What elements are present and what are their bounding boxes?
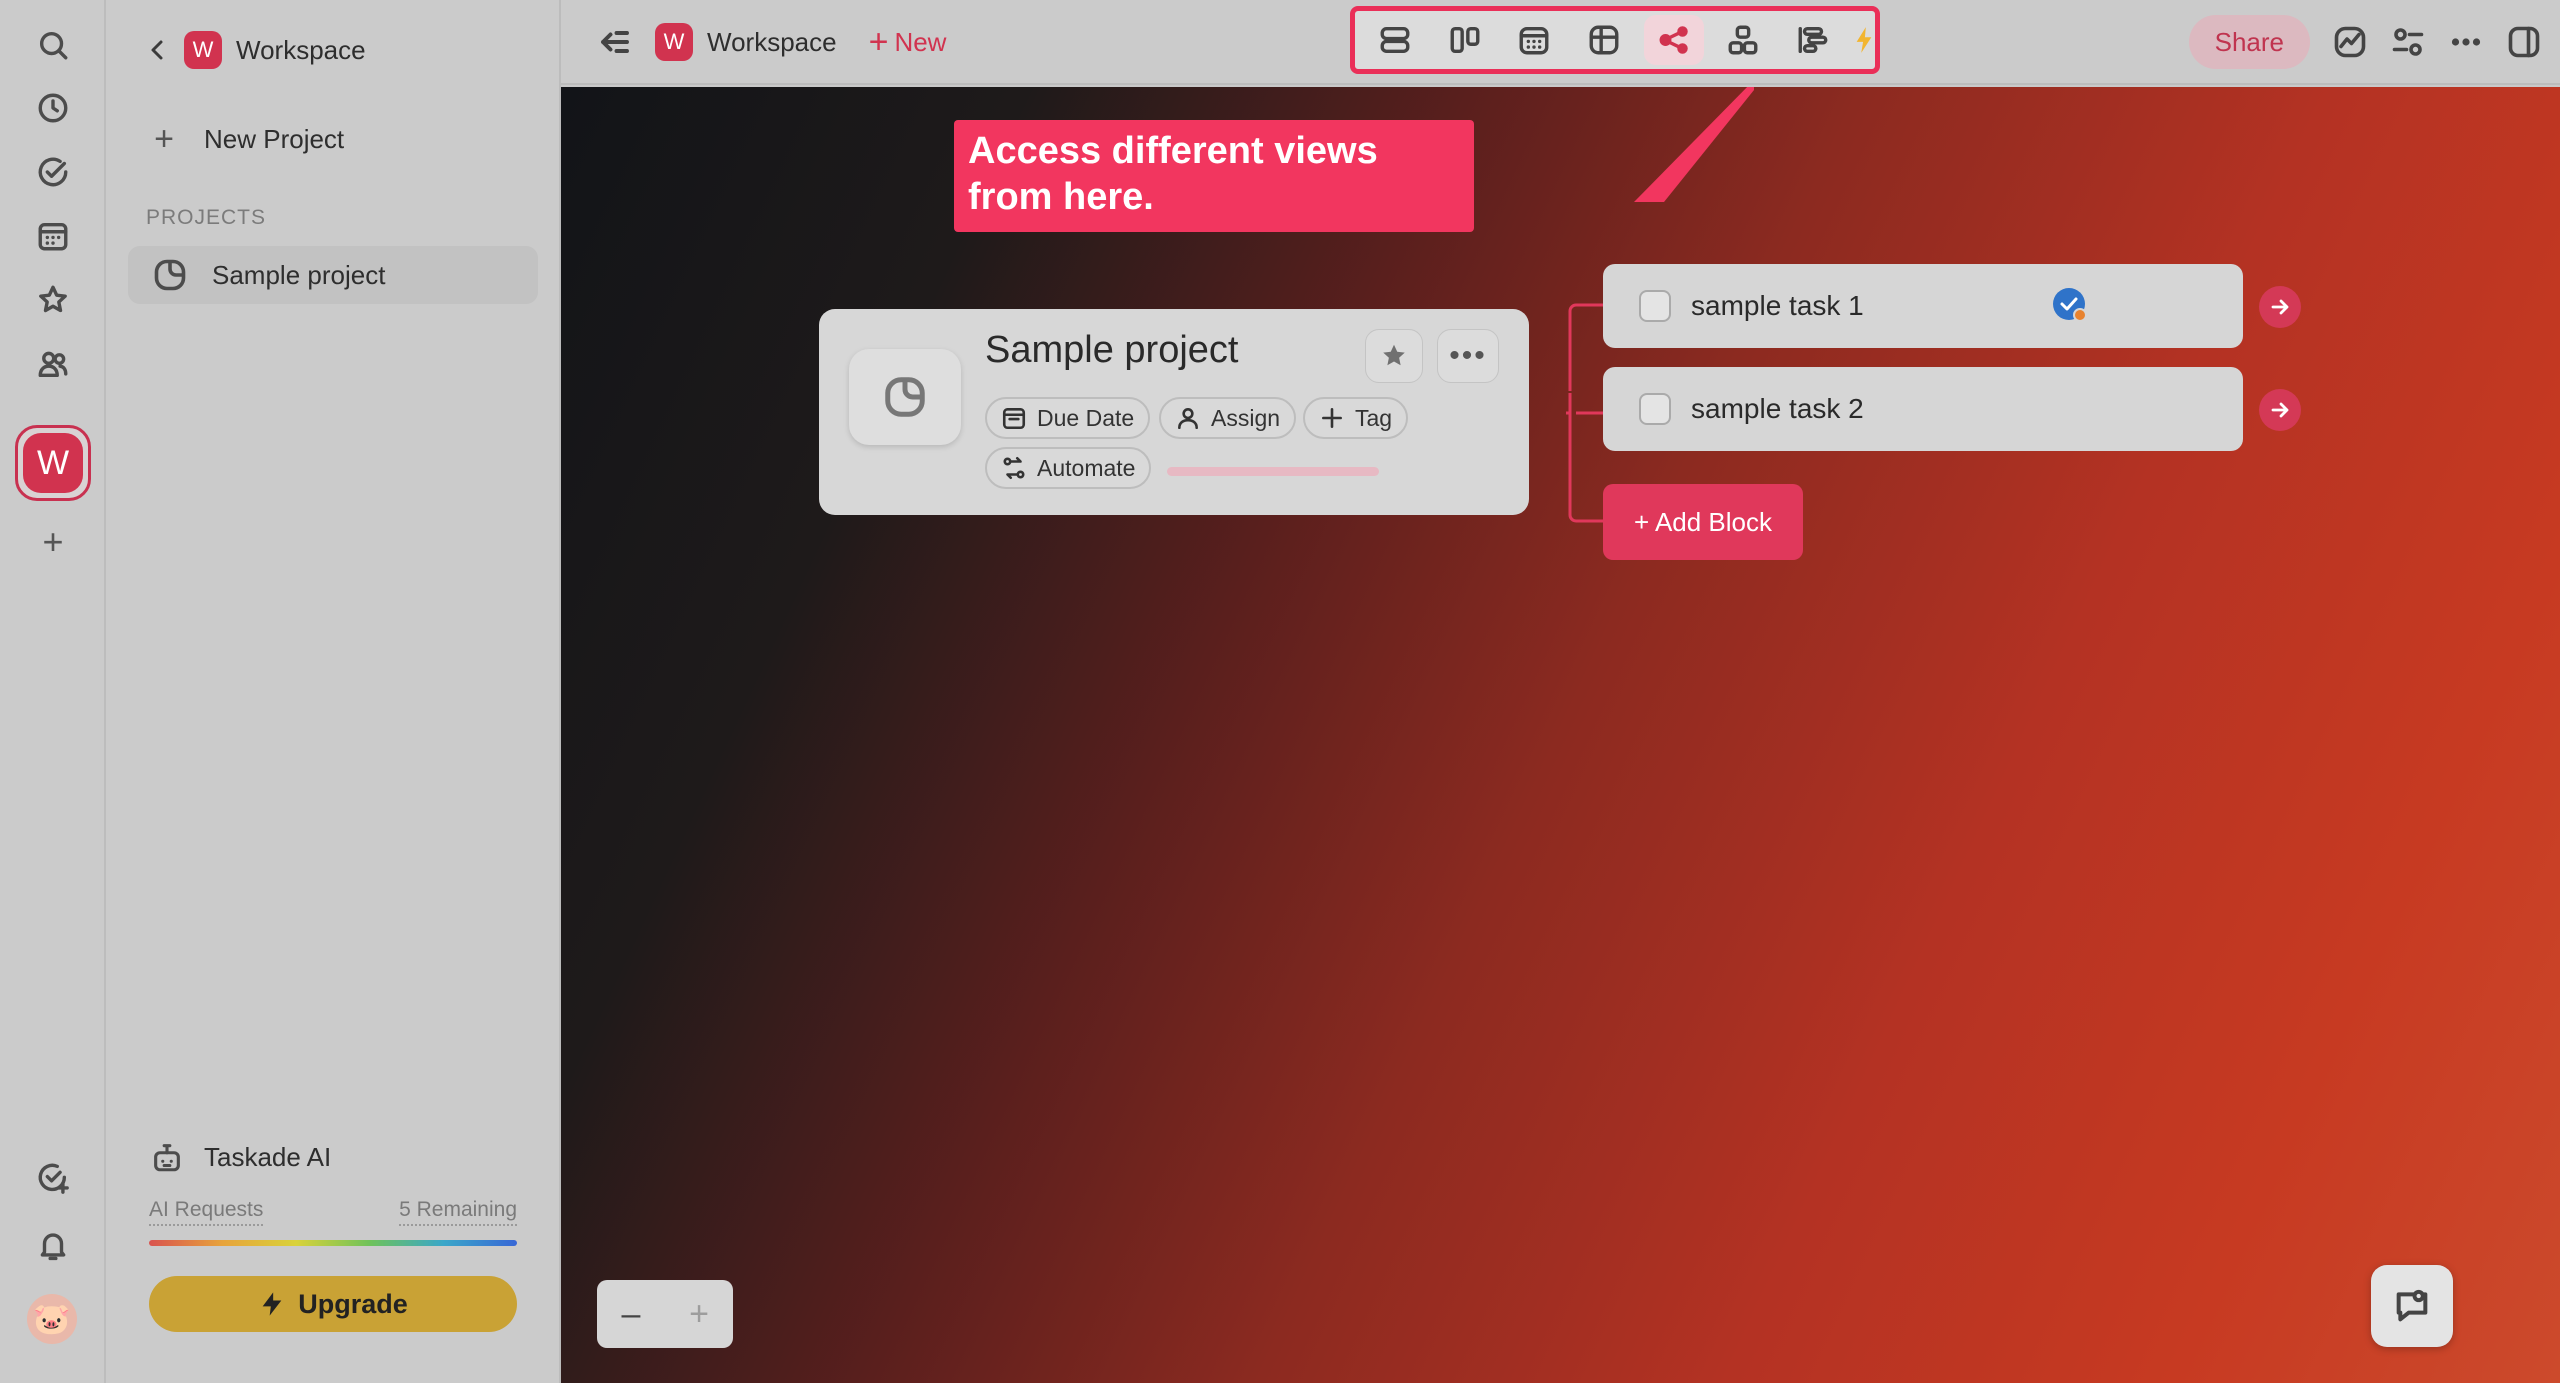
taskade-ai-label: Taskade AI bbox=[204, 1141, 332, 1172]
task-label[interactable]: sample task 1 bbox=[1691, 290, 1864, 322]
add-workspace-button[interactable]: + bbox=[33, 521, 73, 562]
ai-remaining-label: 5 Remaining bbox=[399, 1198, 517, 1226]
tooltip-text: Access different views from here. bbox=[968, 130, 1378, 218]
due-date-label: Due Date bbox=[1037, 404, 1135, 431]
open-task-arrow-icon[interactable] bbox=[2259, 286, 2301, 328]
icon-rail: W + 🐷 bbox=[0, 0, 106, 1383]
zoom-controls: – + bbox=[597, 1280, 733, 1348]
new-project-label: New Project bbox=[204, 123, 345, 154]
settings-sliders-icon[interactable] bbox=[2390, 24, 2426, 60]
sidebar-item-label: Sample project bbox=[212, 259, 386, 290]
task-checkbox[interactable] bbox=[1639, 290, 1671, 322]
project-progress-bar bbox=[1167, 467, 1379, 476]
sidebar-item-sample-project[interactable]: Sample project bbox=[128, 246, 538, 304]
automate-chip[interactable]: Automate bbox=[985, 447, 1152, 489]
automate-label: Automate bbox=[1037, 454, 1136, 481]
org-chart-view-icon[interactable] bbox=[1714, 15, 1774, 65]
plus-icon bbox=[1322, 408, 1342, 428]
ai-requests-bar bbox=[149, 1240, 517, 1246]
tag-chip[interactable]: Tag bbox=[1303, 397, 1409, 439]
open-task-arrow-icon[interactable] bbox=[2259, 389, 2301, 431]
users-icon[interactable] bbox=[33, 344, 73, 384]
workspace-letter: W bbox=[23, 433, 83, 493]
automation-icon bbox=[1003, 456, 1025, 480]
add-check-icon[interactable] bbox=[33, 1158, 73, 1198]
collapse-sidebar-icon[interactable] bbox=[597, 24, 633, 60]
sidebar: W Workspace + New Project PROJECTS Sampl… bbox=[106, 0, 561, 1383]
task-checkbox[interactable] bbox=[1639, 393, 1671, 425]
robot-icon bbox=[154, 1144, 180, 1172]
tag-label: Tag bbox=[1355, 404, 1393, 431]
taskade-ai-button[interactable]: Taskade AI bbox=[150, 1140, 331, 1174]
panel-toggle-icon[interactable] bbox=[2506, 24, 2542, 60]
plus-icon: + bbox=[868, 23, 889, 61]
upgrade-label: Upgrade bbox=[298, 1288, 408, 1319]
ai-requests-meta: AI Requests 5 Remaining bbox=[149, 1198, 517, 1226]
share-button[interactable]: Share bbox=[2188, 15, 2310, 69]
onboarding-tooltip: Access different views from here. bbox=[954, 87, 1754, 232]
check-circle-icon[interactable] bbox=[33, 152, 73, 192]
new-project-button[interactable]: + New Project bbox=[152, 122, 344, 156]
tooltip-arrow bbox=[1634, 87, 1754, 202]
project-icon bbox=[154, 259, 186, 291]
calendar-icon bbox=[1002, 408, 1026, 430]
chat-support-button[interactable] bbox=[2371, 1265, 2453, 1347]
activity-icon[interactable] bbox=[2332, 24, 2368, 60]
user-avatar[interactable]: 🐷 bbox=[27, 1294, 77, 1344]
task-label[interactable]: sample task 2 bbox=[1691, 393, 1864, 425]
workspace-title[interactable]: Workspace bbox=[236, 35, 366, 66]
table-view-icon[interactable] bbox=[1574, 15, 1634, 65]
top-bar: W Workspace + New Share bbox=[561, 0, 2560, 85]
clock-icon[interactable] bbox=[33, 88, 73, 128]
favorite-star-icon[interactable] bbox=[1365, 329, 1423, 383]
new-button[interactable]: + New bbox=[869, 25, 947, 59]
card-more-button[interactable]: ••• bbox=[1437, 329, 1499, 383]
mindmap-canvas[interactable]: Access different views from here. Sample… bbox=[561, 87, 2560, 1383]
bolt-icon bbox=[262, 1292, 282, 1316]
workspace-avatar[interactable]: W bbox=[15, 425, 91, 501]
projects-section-label: PROJECTS bbox=[146, 206, 267, 229]
workspace-badge: W bbox=[184, 31, 222, 69]
sidebar-header: W Workspace bbox=[146, 30, 366, 70]
upgrade-button[interactable]: Upgrade bbox=[149, 1276, 517, 1332]
view-switcher bbox=[1350, 6, 1880, 74]
zoom-out-button[interactable]: – bbox=[597, 1280, 665, 1348]
user-icon bbox=[1178, 408, 1198, 430]
calendar-view-icon[interactable] bbox=[1504, 15, 1564, 65]
add-block-button[interactable]: + Add Block bbox=[1603, 484, 1803, 560]
assignee-check-badge-icon bbox=[2051, 286, 2089, 324]
calendar-icon[interactable] bbox=[33, 216, 73, 256]
mindmap-view-icon[interactable] bbox=[1643, 15, 1704, 65]
mindmap-connector bbox=[1566, 303, 1606, 523]
bell-icon[interactable] bbox=[33, 1225, 73, 1265]
project-icon[interactable] bbox=[849, 349, 961, 445]
project-root-card[interactable]: Sample project ••• Due Date Assign Tag A… bbox=[819, 309, 1529, 515]
gantt-view-icon[interactable] bbox=[1783, 15, 1843, 65]
bolt-icon bbox=[1853, 25, 1875, 55]
ai-requests-label: AI Requests bbox=[149, 1198, 264, 1226]
chevron-left-icon[interactable] bbox=[146, 38, 170, 62]
plus-icon: + bbox=[154, 120, 174, 158]
workspace-badge: W bbox=[655, 23, 693, 61]
due-date-chip[interactable]: Due Date bbox=[985, 397, 1151, 439]
task-card[interactable]: sample task 2 bbox=[1603, 367, 2243, 451]
workspace-breadcrumb[interactable]: Workspace bbox=[707, 27, 837, 58]
search-icon[interactable] bbox=[33, 25, 73, 65]
board-view-icon[interactable] bbox=[1435, 15, 1495, 65]
list-view-icon[interactable] bbox=[1365, 15, 1425, 65]
project-title[interactable]: Sample project bbox=[985, 329, 1238, 372]
new-label: New bbox=[894, 26, 947, 57]
chat-icon bbox=[2396, 1289, 2428, 1322]
assign-chip[interactable]: Assign bbox=[1159, 397, 1297, 439]
zoom-in-button[interactable]: + bbox=[665, 1280, 733, 1348]
star-icon[interactable] bbox=[33, 280, 73, 320]
more-icon[interactable] bbox=[2448, 24, 2484, 60]
assign-label: Assign bbox=[1211, 404, 1281, 431]
task-card[interactable]: sample task 1 bbox=[1603, 264, 2243, 348]
